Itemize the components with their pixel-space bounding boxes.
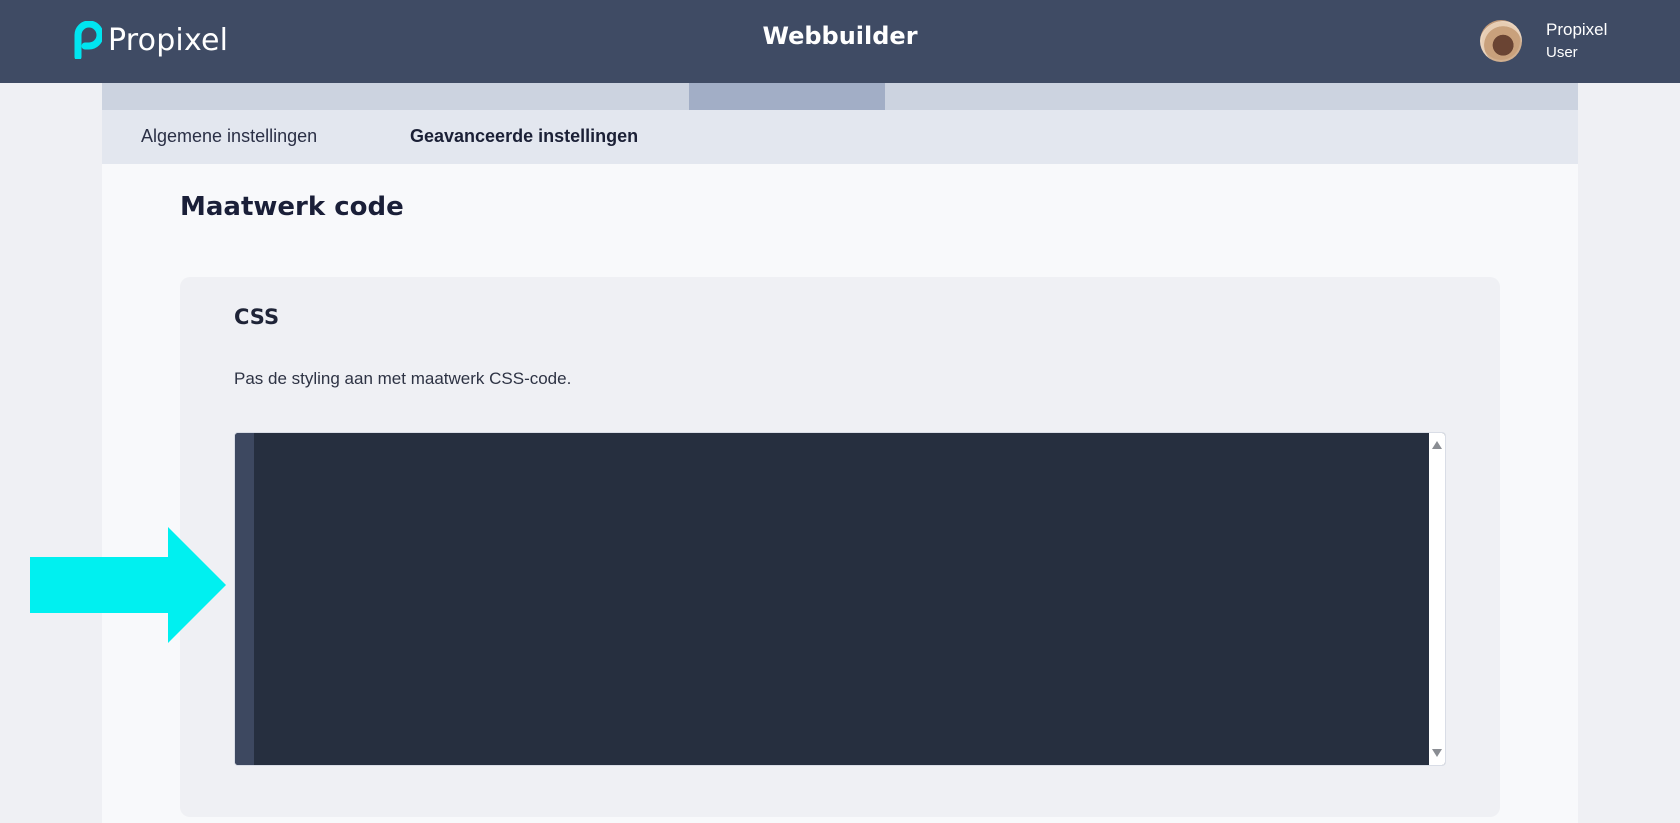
arrow-right-icon (30, 527, 226, 643)
card-description: Pas de styling aan met maatwerk CSS-code… (234, 369, 572, 388)
css-code-editor[interactable] (234, 432, 1446, 766)
step-indicator-active (689, 83, 885, 110)
app-title: Webbuilder (762, 22, 918, 50)
scroll-up-icon[interactable] (1432, 441, 1442, 449)
editor-scrollbar[interactable] (1429, 433, 1445, 765)
avatar[interactable] (1480, 20, 1522, 62)
user-name: Propixel (1546, 20, 1608, 39)
editor-content[interactable] (259, 439, 1423, 759)
user-menu[interactable]: Propixel User (1480, 18, 1607, 64)
page-title: Maatwerk code (180, 192, 404, 222)
tab-general-settings[interactable]: Algemene instellingen (141, 126, 317, 147)
user-info: Propixel User (1546, 18, 1607, 64)
scroll-down-icon[interactable] (1432, 749, 1442, 757)
user-role: User (1546, 44, 1578, 61)
tab-advanced-settings[interactable]: Geavanceerde instellingen (410, 126, 638, 147)
settings-tabs (102, 110, 1578, 164)
top-bar: Propixel Webbuilder Propixel User (0, 0, 1680, 83)
editor-gutter (235, 433, 254, 765)
card-title: CSS (234, 305, 280, 329)
